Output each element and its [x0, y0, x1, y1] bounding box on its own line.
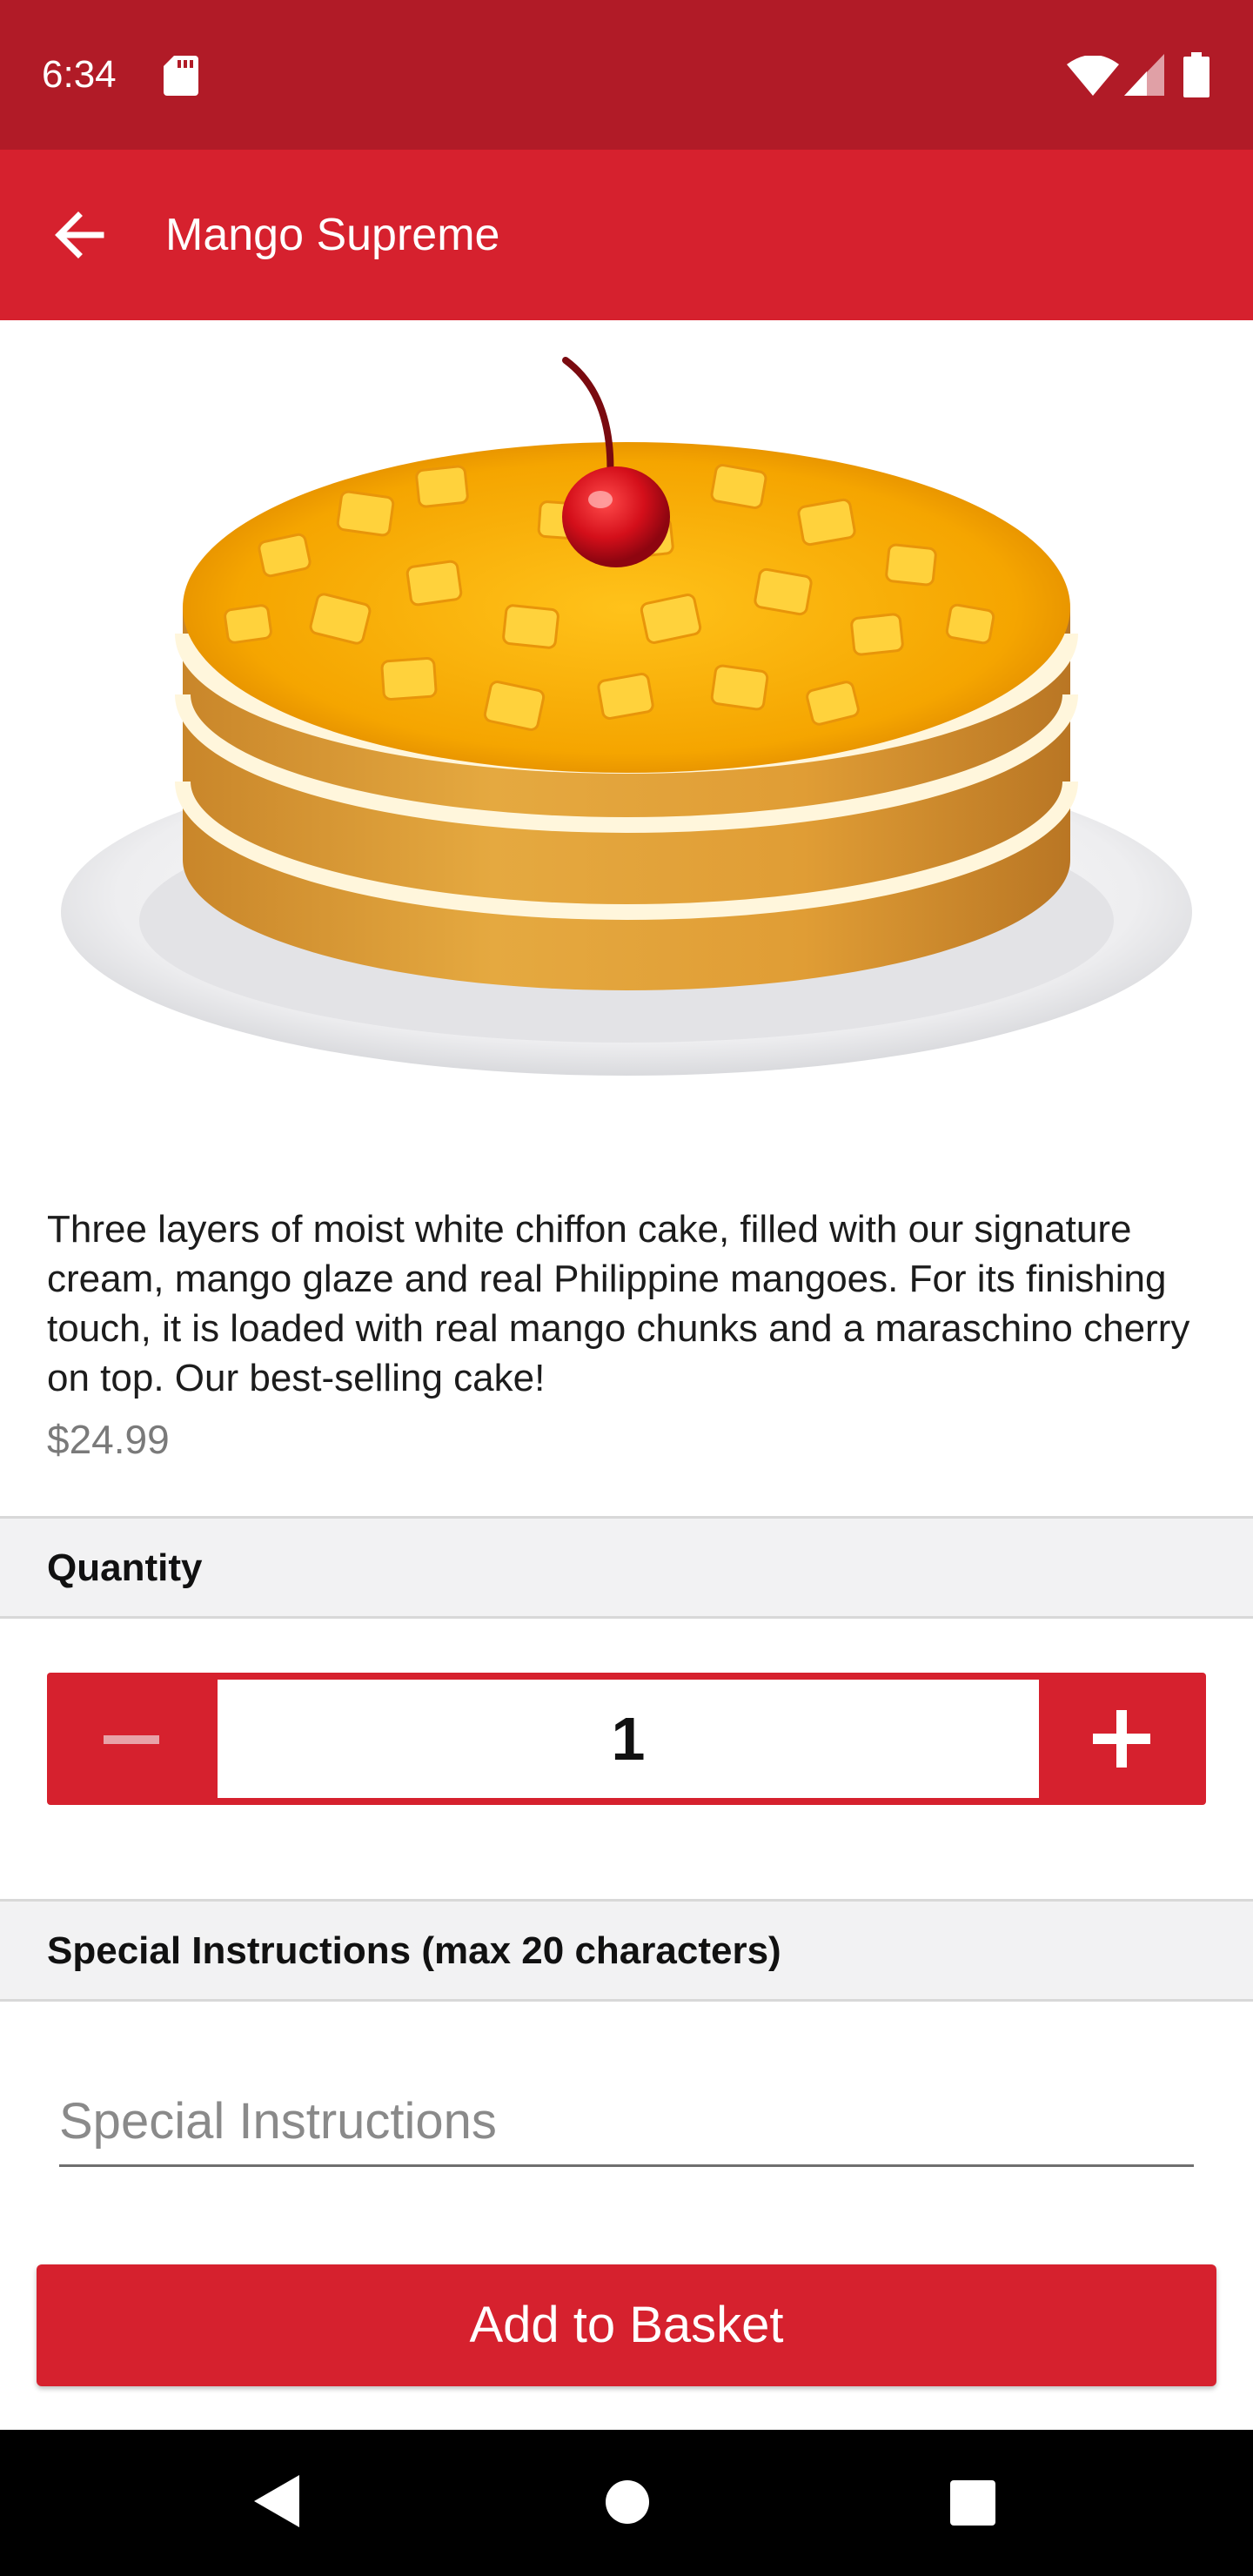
quantity-label: Quantity [47, 1546, 203, 1589]
system-nav-bar [0, 2430, 1253, 2576]
wifi-icon [1067, 56, 1119, 96]
status-bar: 6:34 [0, 0, 1253, 150]
back-arrow-icon[interactable] [49, 204, 111, 266]
instructions-section-header: Special Instructions (max 20 characters) [0, 1899, 1253, 2002]
decrease-quantity-button[interactable] [47, 1673, 216, 1805]
battery-icon [1183, 52, 1209, 97]
status-time: 6:34 [42, 53, 117, 96]
instructions-label: Special Instructions (max 20 characters) [47, 1929, 781, 1972]
nav-back-icon[interactable] [254, 2475, 299, 2527]
product-description: Three layers of moist white chiffon cake… [47, 1208, 1190, 1399]
product-price: $24.99 [47, 1417, 170, 1462]
product-image [61, 357, 1192, 1076]
sd-card-icon [164, 56, 198, 96]
quantity-stepper: 1 [47, 1673, 1206, 1805]
nav-recents-icon[interactable] [950, 2480, 995, 2526]
minus-icon [104, 1735, 159, 1744]
quantity-value[interactable]: 1 [218, 1680, 1039, 1798]
signal-icon [1124, 54, 1164, 96]
special-instructions-input[interactable] [59, 2078, 1194, 2167]
page-title: Mango Supreme [165, 210, 500, 260]
add-to-basket-button[interactable]: Add to Basket [37, 2264, 1216, 2386]
increase-quantity-button[interactable] [1041, 1673, 1206, 1805]
app-bar: Mango Supreme [0, 150, 1253, 320]
nav-home-icon[interactable] [606, 2480, 649, 2524]
quantity-section-header: Quantity [0, 1516, 1253, 1619]
